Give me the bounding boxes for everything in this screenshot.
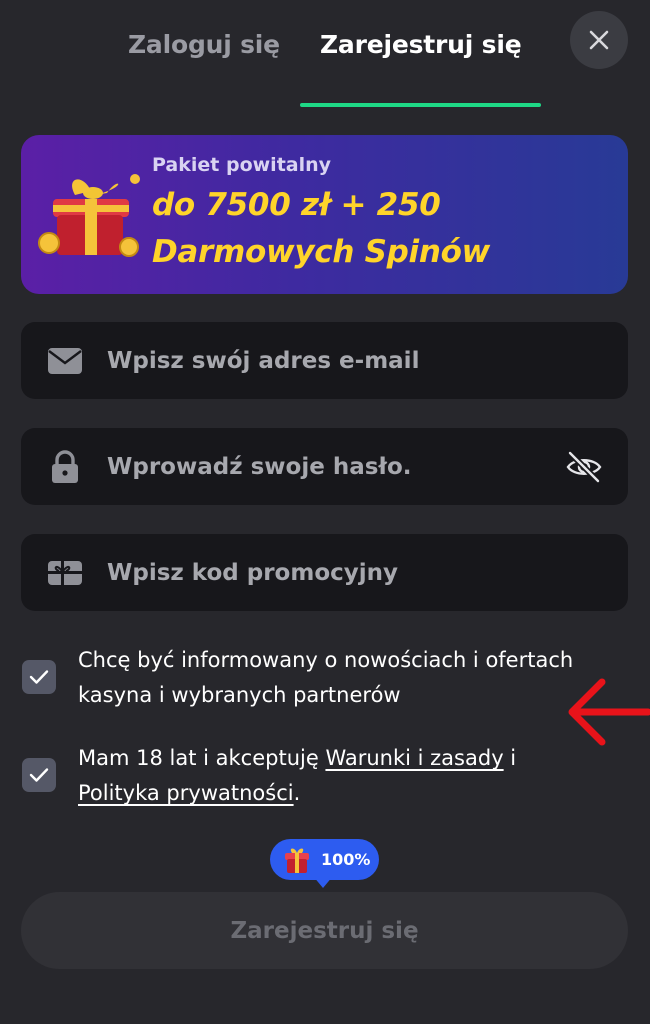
password-field[interactable] (21, 428, 628, 505)
terms-mid: i (503, 746, 517, 770)
privacy-link[interactable]: Polityka prywatności (78, 781, 294, 805)
email-input[interactable] (107, 322, 547, 399)
promo-code-input[interactable] (107, 534, 547, 611)
promo-spins: Darmowych Spinów (152, 234, 490, 270)
promo-label: Pakiet powitalny (152, 154, 332, 176)
promo-code-field[interactable] (21, 534, 628, 611)
terms-consent-label: Mam 18 lat i akceptuję Warunki i zasady … (78, 741, 598, 811)
marketing-consent-checkbox[interactable] (22, 660, 56, 694)
badge-text: 100% (321, 850, 371, 869)
lock-icon (47, 450, 83, 484)
terms-consent-checkbox[interactable] (22, 758, 56, 792)
email-field[interactable] (21, 322, 628, 399)
close-button[interactable] (570, 11, 628, 69)
terms-suffix: . (293, 781, 301, 805)
register-button[interactable]: Zarejestruj się (21, 892, 628, 969)
close-icon (589, 30, 609, 50)
welcome-bonus-banner[interactable]: Pakiet powitalny do 7500 zł + 250 Darmow… (21, 135, 628, 294)
password-input[interactable] (107, 428, 547, 505)
terms-link[interactable]: Warunki i zasady (325, 746, 503, 770)
tab-register[interactable]: Zarejestruj się (320, 30, 522, 59)
terms-prefix: Mam 18 lat i akceptuję (78, 746, 326, 770)
marketing-consent-label: Chcę być informowany o nowościach i ofer… (78, 648, 574, 707)
active-tab-indicator (300, 103, 541, 107)
gift-icon (285, 848, 309, 873)
bonus-badge: 100% (270, 839, 379, 880)
badge-pointer (313, 876, 333, 888)
auth-tabs: Zaloguj się Zarejestruj się (0, 0, 650, 108)
gift-card-icon (47, 556, 83, 590)
red-arrow-annotation (568, 678, 650, 746)
promo-amount: do 7500 zł + 250 (152, 187, 441, 223)
eye-off-icon[interactable] (564, 447, 604, 487)
checkmark-icon (29, 670, 49, 684)
checkmark-icon (29, 768, 49, 782)
envelope-icon (47, 344, 83, 378)
tab-login[interactable]: Zaloguj się (128, 30, 280, 59)
gift-box-icon (38, 174, 140, 257)
